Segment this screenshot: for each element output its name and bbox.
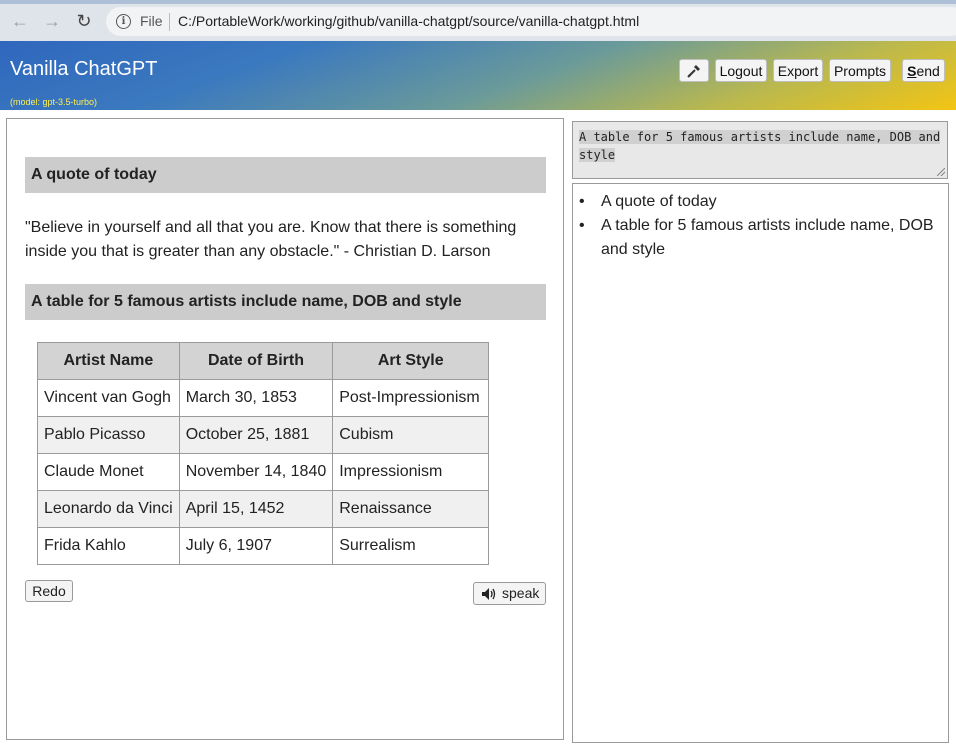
prompts-button[interactable]: Prompts (829, 59, 891, 82)
table-header-row: Artist Name Date of Birth Art Style (37, 342, 490, 380)
url-text[interactable]: C:/PortableWork/working/github/vanilla-c… (178, 13, 639, 29)
table-row: Leonardo da Vinci April 15, 1452 Renaiss… (37, 490, 490, 528)
table-cell: Cubism (332, 416, 490, 454)
table-cell: July 6, 1907 (178, 527, 334, 565)
prompt-input[interactable]: A table for 5 famous artists include nam… (572, 121, 948, 179)
table-cell: March 30, 1853 (178, 379, 334, 417)
history-item[interactable]: A table for 5 famous artists include nam… (579, 214, 939, 262)
table-cell: Vincent van Gogh (37, 379, 180, 417)
table-cell: Impressionism (332, 453, 490, 491)
speak-button[interactable]: speak (473, 582, 546, 605)
forward-arrow-icon[interactable]: → (42, 11, 62, 31)
table-cell: Frida Kahlo (37, 527, 180, 565)
history-item[interactable]: A quote of today (579, 190, 939, 214)
export-button[interactable]: Export (773, 59, 823, 82)
redo-button[interactable]: Redo (25, 580, 73, 602)
speaker-icon (482, 588, 496, 600)
url-separator (169, 13, 170, 31)
app-title: Vanilla ChatGPT (10, 58, 158, 80)
app-header: Vanilla ChatGPT (model: gpt-3.5-turbo) L… (0, 41, 956, 110)
prompt-input-text[interactable]: A table for 5 famous artists include nam… (579, 130, 941, 162)
quote-heading: A quote of today (25, 157, 546, 193)
table-row: Vincent van Gogh March 30, 1853 Post-Imp… (37, 379, 490, 417)
table-heading: A table for 5 famous artists include nam… (25, 284, 546, 320)
table-cell: Renaissance (332, 490, 490, 528)
key-icon (687, 65, 700, 78)
send-label-rest: end (916, 63, 940, 79)
column-header-artist-name: Artist Name (37, 342, 180, 380)
table-cell: November 14, 1840 (178, 453, 334, 491)
address-bar[interactable]: i File C:/PortableWork/working/github/va… (106, 7, 956, 36)
model-label: (model: gpt-3.5-turbo) (10, 97, 98, 107)
browser-toolbar: ← → ↻ i File C:/PortableWork/working/git… (0, 0, 956, 41)
api-key-button[interactable] (679, 59, 709, 82)
column-header-date-of-birth: Date of Birth (178, 342, 334, 380)
prompt-history-list: A quote of today A table for 5 famous ar… (579, 190, 939, 262)
back-arrow-icon[interactable]: ← (10, 11, 30, 31)
table-cell: Surrealism (332, 527, 490, 565)
resize-handle-icon[interactable] (937, 168, 945, 176)
table-cell: April 15, 1452 (178, 490, 334, 528)
table-cell: Claude Monet (37, 453, 180, 491)
prompt-history-panel: A quote of today A table for 5 famous ar… (572, 183, 949, 743)
artists-table: Artist Name Date of Birth Art Style Vinc… (37, 342, 490, 565)
table-cell: Pablo Picasso (37, 416, 180, 454)
table-row: Frida Kahlo July 6, 1907 Surrealism (37, 527, 490, 565)
speak-label: speak (502, 585, 540, 601)
table-cell: Post-Impressionism (332, 379, 490, 417)
quote-answer-text: "Believe in yourself and all that you ar… (25, 219, 517, 260)
send-button[interactable]: Send (902, 59, 945, 82)
info-icon[interactable]: i (116, 14, 131, 29)
reload-icon[interactable]: ↻ (74, 11, 94, 31)
table-row: Claude Monet November 14, 1840 Impressio… (37, 453, 490, 491)
table-cell: October 25, 1881 (178, 416, 334, 454)
browser-tab-strip (0, 0, 956, 4)
conversation-panel: A quote of today "Believe in yourself an… (6, 118, 564, 740)
logout-button[interactable]: Logout (715, 59, 767, 82)
file-scheme-label: File (140, 13, 163, 29)
table-row: Pablo Picasso October 25, 1881 Cubism (37, 416, 490, 454)
table-cell: Leonardo da Vinci (37, 490, 180, 528)
column-header-art-style: Art Style (332, 342, 490, 380)
